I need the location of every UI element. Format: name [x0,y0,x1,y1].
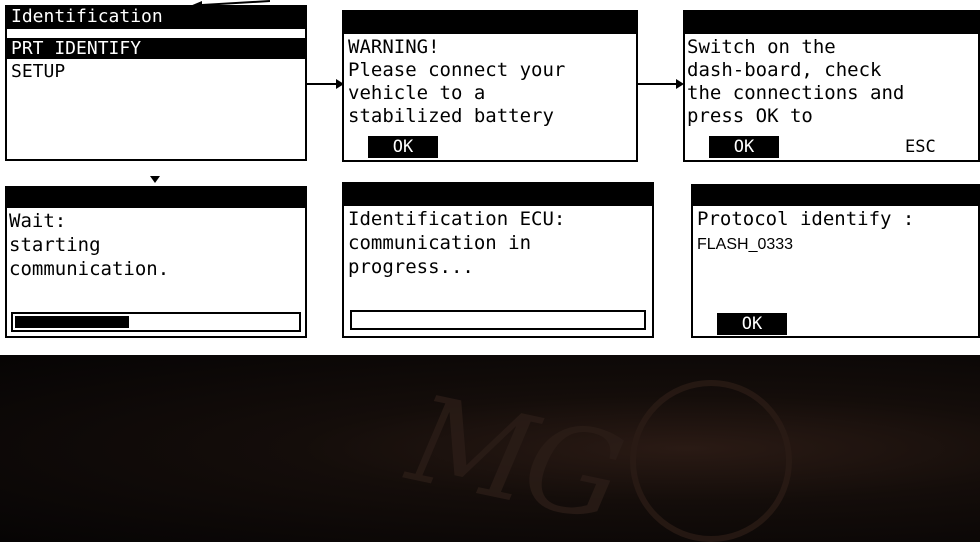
wait-progress-fill [15,316,130,328]
warning-line-2: Please connect your [348,59,566,81]
identification-ecu-progress-bar [350,310,646,330]
identification-ecu-line-1: Identification ECU: [348,208,566,230]
warning-line-3: vehicle to a [348,82,486,104]
warning-line-1: WARNING! [348,36,440,58]
wait-line-2: starting [9,234,101,256]
warning-ok-button[interactable]: OK [368,136,438,158]
protocol-screen: Protocol identify : FLASH_0333 OK [691,184,980,338]
menu-item-prt-identify[interactable]: PRT IDENTIFY [7,38,305,59]
arrow-down-marker [150,176,160,183]
warning-line-4: stabilized battery [348,105,554,127]
menu-item-setup[interactable]: SETUP [7,61,305,82]
identification-screen: Identification PRT IDENTIFY SETUP [5,5,307,161]
arrow-top-pointer [190,0,270,10]
wait-line-1: Wait: [9,210,67,232]
protocol-titlebar [693,186,978,206]
arrow-1-to-2 [306,79,344,89]
switch-on-screen: Switch on the dash-board, check the conn… [683,10,980,162]
background-photo: MG [0,355,980,542]
arrow-2-to-3 [638,79,684,89]
wait-screen: Wait: starting communication. [5,186,307,338]
switch-on-esc-button[interactable]: ESC [905,136,936,158]
warning-screen: WARNING! Please connect your vehicle to … [342,10,638,162]
wait-progress-bar [11,312,301,332]
brand-logo-watermark: MG [397,370,629,542]
switch-on-line-4: press OK to [687,105,813,127]
wait-line-3: communication. [9,258,170,280]
protocol-value: FLASH_0333 [697,236,794,253]
ring-graphic [630,380,792,542]
protocol-line: Protocol identify : [697,208,915,230]
identification-ecu-screen: Identification ECU: communication in pro… [342,182,654,338]
identification-ecu-line-2: communication in [348,232,532,254]
wait-titlebar [7,188,305,208]
identification-ecu-titlebar [344,184,652,206]
switch-on-ok-button[interactable]: OK [709,136,779,158]
warning-titlebar [344,12,636,34]
switch-on-titlebar [685,12,978,34]
identification-ecu-line-3: progress... [348,256,474,278]
switch-on-line-2: dash-board, check [687,59,882,81]
switch-on-line-1: Switch on the [687,36,836,58]
switch-on-line-3: the connections and [687,82,905,104]
protocol-ok-button[interactable]: OK [717,313,787,335]
